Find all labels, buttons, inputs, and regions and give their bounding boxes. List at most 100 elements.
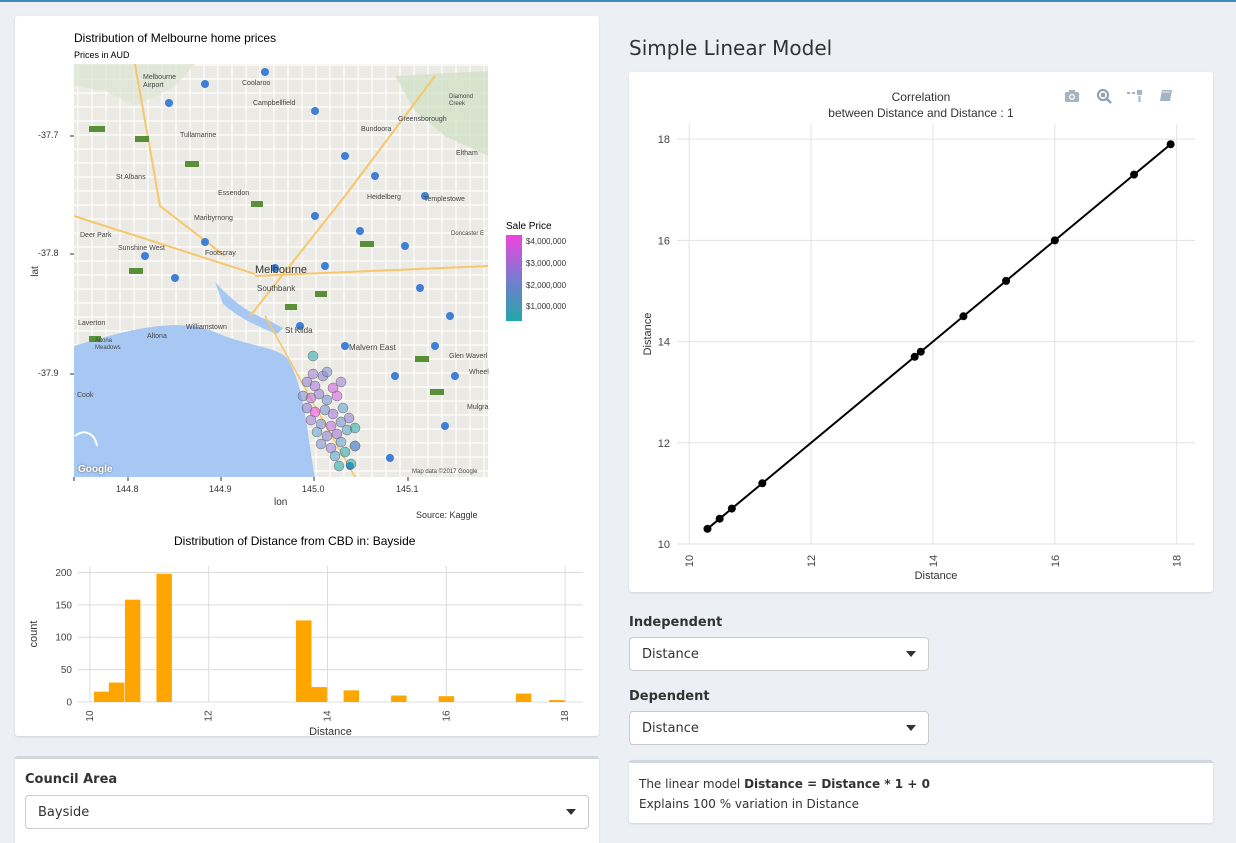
model-result-line2: Explains 100 % variation in Distance bbox=[639, 797, 860, 811]
place-label: Campbellfield bbox=[253, 100, 296, 107]
map-xlabel: lon bbox=[274, 497, 288, 508]
x-tick-label: 14 bbox=[323, 710, 334, 722]
place-label: Heidelberg bbox=[367, 194, 401, 201]
place-label: Eltham bbox=[456, 150, 478, 157]
correlation-panel: Correlation between Distance and Distanc… bbox=[629, 72, 1213, 592]
place-label: Wheel bbox=[469, 369, 489, 376]
council-area-panel: Council Area Bayside bbox=[15, 756, 599, 843]
x-tick-label: 16 bbox=[441, 710, 452, 722]
place-label: Tullamarine bbox=[180, 132, 217, 139]
place-label: St Kilda bbox=[285, 326, 313, 335]
y-tick-label: 16 bbox=[658, 235, 670, 247]
data-point bbox=[715, 514, 724, 523]
histogram-bar bbox=[124, 599, 141, 702]
top-accent-bar bbox=[0, 0, 1236, 2]
place-label: Greensborough bbox=[398, 116, 447, 123]
council-area-select[interactable]: Bayside bbox=[25, 795, 589, 829]
histogram-xlabel: Distance bbox=[309, 726, 352, 736]
dependent-select[interactable]: Distance bbox=[629, 711, 929, 745]
plot-background bbox=[78, 566, 583, 702]
place-label: Cook bbox=[77, 392, 94, 399]
map-ytick: -37.9 bbox=[38, 368, 59, 378]
place-label: Glen Waverl bbox=[449, 353, 488, 360]
model-result-prefix: The linear model bbox=[639, 777, 745, 791]
place-label: Deer Park bbox=[80, 232, 112, 239]
x-tick-label: 10 bbox=[85, 710, 96, 722]
model-result-panel: The linear model Distance = Distance * 1… bbox=[629, 760, 1213, 823]
y-tick-label: 0 bbox=[66, 698, 72, 709]
map-xtick: 145.0 bbox=[302, 484, 325, 494]
histogram-ylabel: count bbox=[28, 621, 40, 648]
model-formula: Distance = Distance * 1 + 0 bbox=[744, 777, 930, 791]
place-label: Bundoora bbox=[361, 126, 392, 133]
histogram-bar bbox=[438, 696, 455, 702]
histogram-bar bbox=[343, 690, 360, 702]
legend-label: $3,000,000 bbox=[526, 259, 567, 268]
place-label: Templestowe bbox=[424, 196, 465, 203]
correlation-chart: 10 12 14 16 18 10 12 14 16 18 Distance Distance bbox=[642, 124, 1195, 582]
place-label: Malvern East bbox=[349, 343, 396, 352]
histogram-bar bbox=[156, 573, 172, 702]
place-label: Diamond Creek bbox=[449, 94, 474, 107]
map-ytick: -37.8 bbox=[38, 248, 59, 258]
place-label: Mulgra bbox=[467, 404, 489, 411]
histogram-bar bbox=[549, 700, 565, 702]
place-label: Footscray bbox=[205, 250, 236, 257]
map-ylabel: lat bbox=[29, 266, 41, 277]
series-line bbox=[706, 143, 1172, 530]
place-label: St Albans bbox=[116, 174, 146, 181]
place-label: Altona bbox=[147, 333, 167, 340]
place-label: Southbank bbox=[257, 284, 296, 293]
chevron-down-icon bbox=[906, 651, 916, 657]
x-tick-label: 16 bbox=[1050, 555, 1062, 567]
chevron-down-icon bbox=[906, 725, 916, 731]
place-label: Maribyrnong bbox=[194, 215, 233, 222]
data-point bbox=[916, 347, 925, 356]
legend-label: $1,000,000 bbox=[526, 302, 567, 311]
y-tick-label: 50 bbox=[61, 665, 73, 676]
place-label: Melbourne Airport bbox=[143, 74, 177, 89]
data-point bbox=[758, 479, 767, 488]
histogram-chart: 0 50 100 150 200 10 12 14 16 18 Distance count bbox=[28, 566, 583, 736]
map-caption: Source: Kaggle bbox=[416, 510, 478, 520]
legend-title: Sale Price bbox=[506, 221, 552, 232]
chevron-down-icon bbox=[566, 809, 576, 815]
y-tick-label: 150 bbox=[55, 600, 72, 611]
y-tick-label: 200 bbox=[55, 568, 72, 579]
place-label: Melbourne bbox=[255, 264, 307, 276]
x-tick-label: 10 bbox=[684, 555, 696, 567]
map-xtick: 144.8 bbox=[116, 484, 139, 494]
y-tick-label: 12 bbox=[658, 438, 670, 450]
place-label: Essendon bbox=[218, 190, 250, 197]
x-tick-label: 12 bbox=[204, 710, 215, 722]
y-axis-label: Distance bbox=[642, 313, 654, 356]
dependent-label: Dependent bbox=[629, 689, 710, 704]
histogram-bar bbox=[311, 687, 327, 702]
independent-select[interactable]: Distance bbox=[629, 637, 929, 671]
x-axis-label: Distance bbox=[915, 570, 958, 582]
histogram-bar bbox=[94, 691, 110, 702]
council-area-value: Bayside bbox=[38, 804, 90, 820]
place-label: Laverton bbox=[78, 320, 106, 327]
dependent-value: Distance bbox=[642, 720, 699, 736]
map-histogram-panel: Distribution of Melbourne home prices Pr… bbox=[15, 16, 599, 736]
model-heading: Simple Linear Model bbox=[629, 36, 833, 60]
place-label: Doncaster E bbox=[451, 231, 485, 237]
data-point bbox=[1002, 276, 1011, 285]
legend-label: $4,000,000 bbox=[526, 237, 567, 246]
place-label: Sunshine West bbox=[118, 245, 165, 252]
place-label: Altona Meadows bbox=[95, 338, 121, 351]
map-xtick: 145.1 bbox=[396, 484, 419, 494]
y-tick-label: 14 bbox=[658, 337, 670, 349]
data-point bbox=[1130, 170, 1139, 179]
data-point bbox=[1166, 140, 1175, 149]
legend-label: $2,000,000 bbox=[526, 281, 567, 290]
histogram-bar bbox=[296, 620, 312, 702]
data-point bbox=[1050, 236, 1059, 245]
map-ytick: -37.7 bbox=[38, 130, 59, 140]
x-tick-label: 14 bbox=[928, 555, 940, 567]
x-tick-label: 18 bbox=[560, 710, 571, 722]
map-plot bbox=[70, 63, 522, 481]
histogram-bar bbox=[108, 682, 125, 702]
histogram-bar bbox=[391, 695, 407, 702]
